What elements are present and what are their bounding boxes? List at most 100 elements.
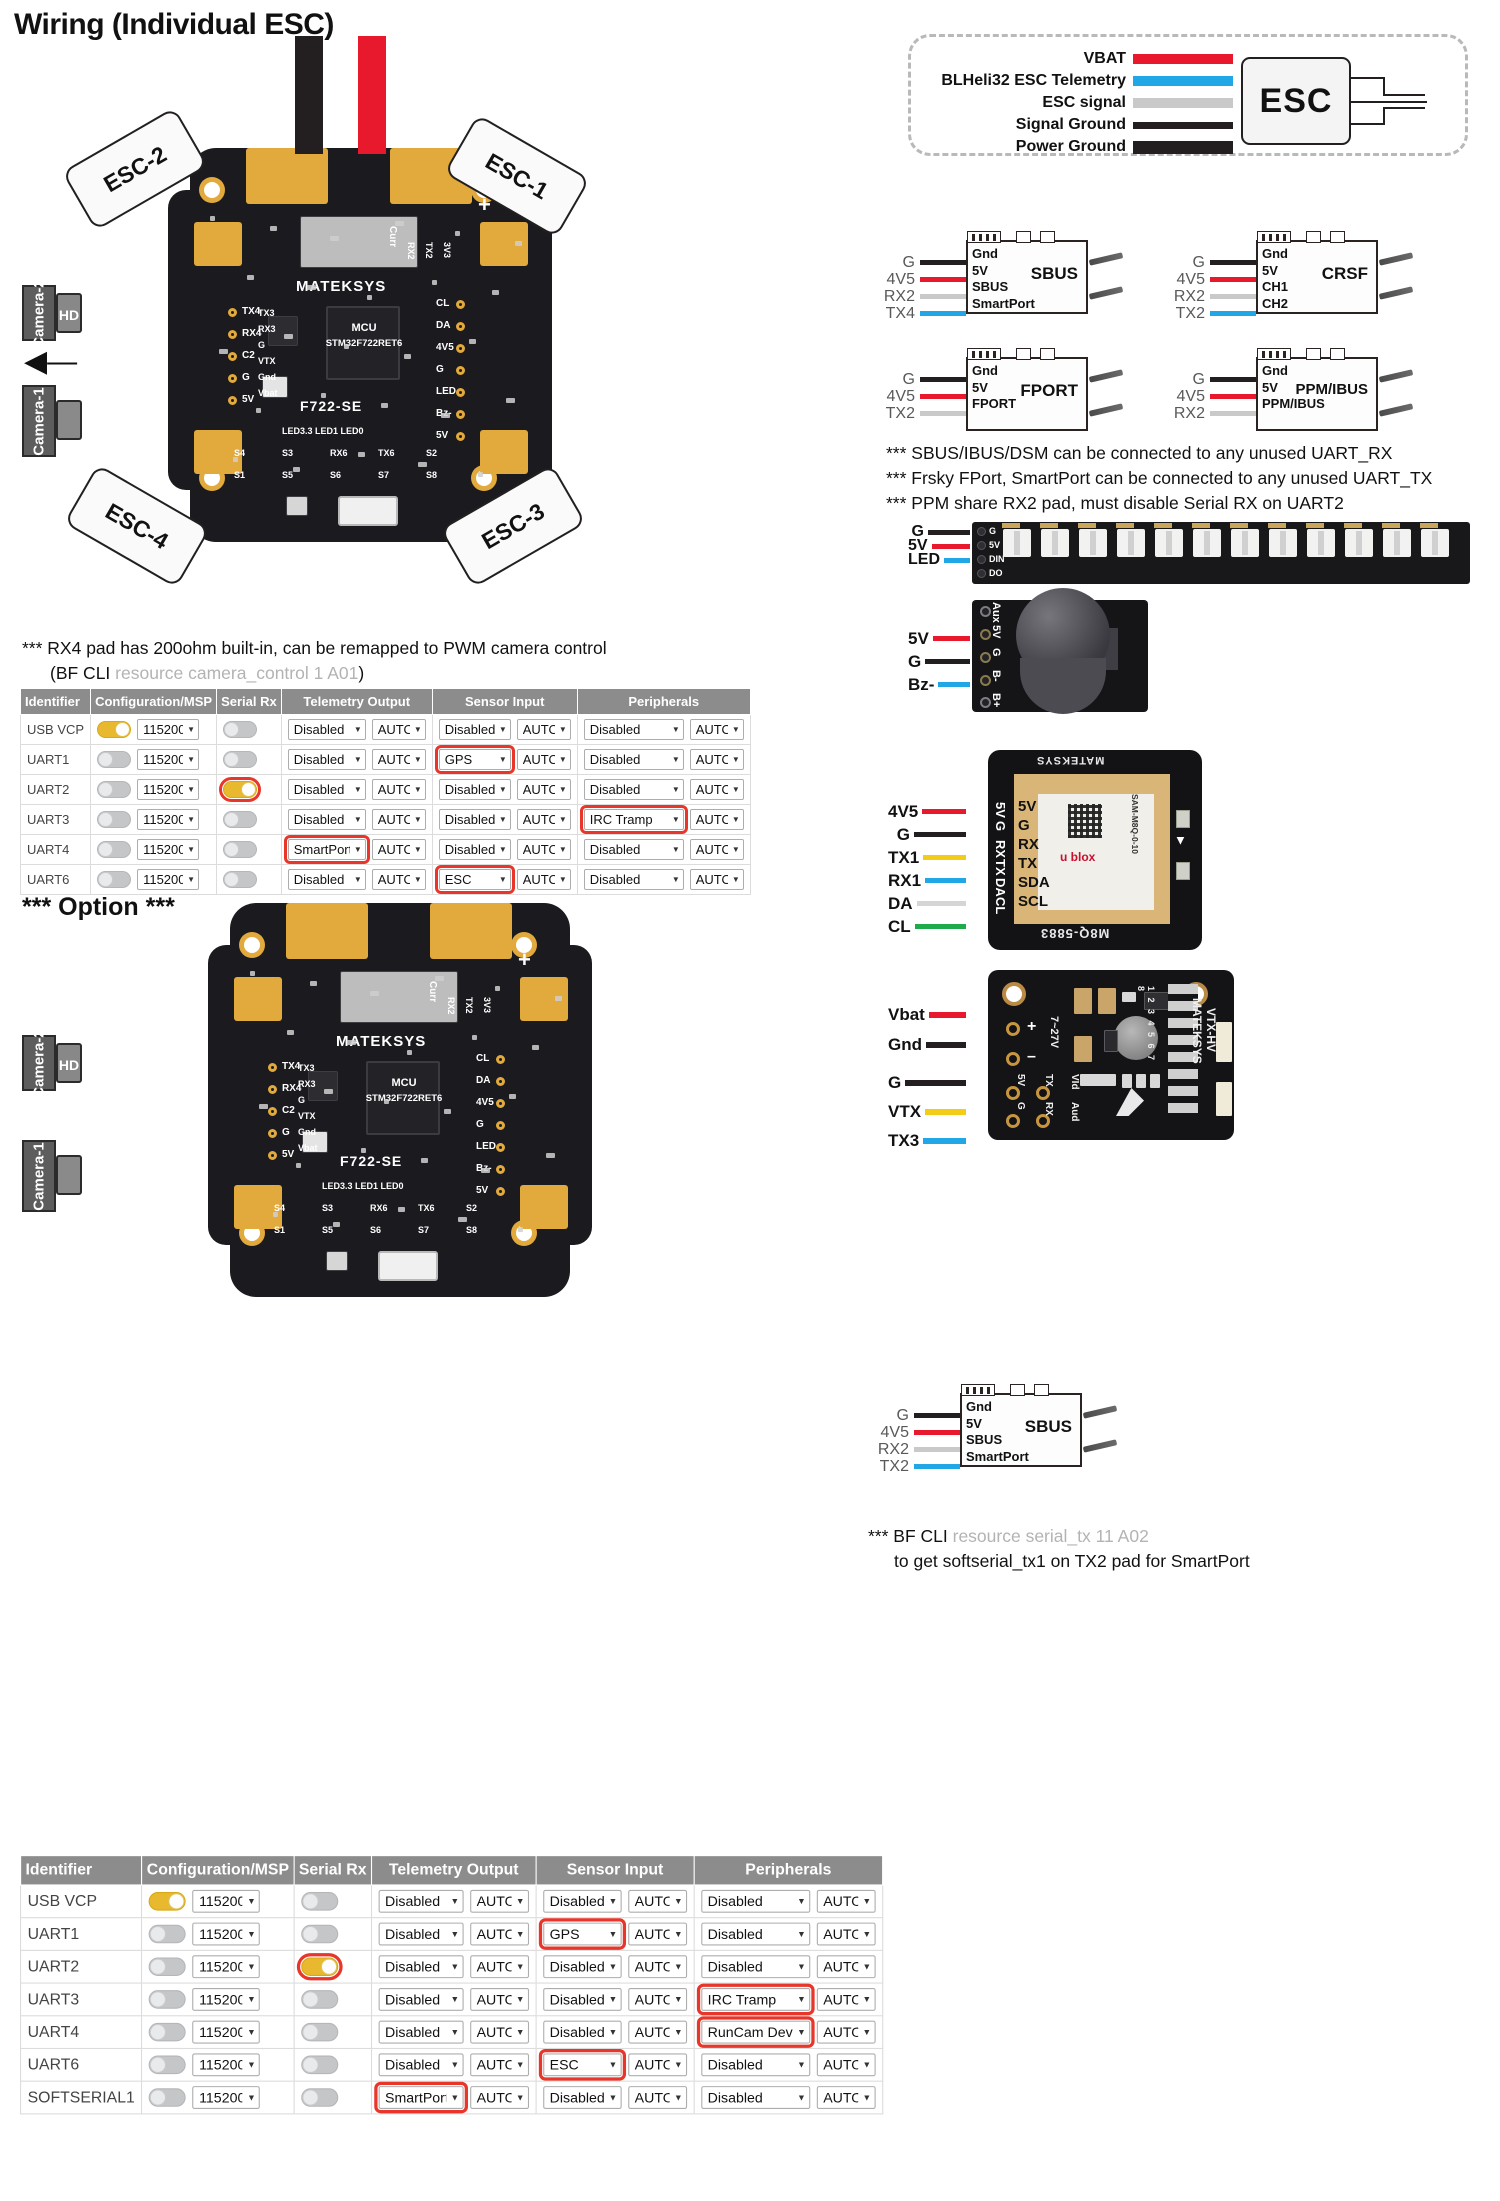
telemetry-output-select[interactable]: Disabled ▼ xyxy=(378,1987,464,2011)
serial-rx-toggle[interactable] xyxy=(223,721,258,738)
peripherals-rate-select[interactable]: AUTO▼ xyxy=(816,2086,876,2109)
telemetry-output-select[interactable]: Disabled ▼ xyxy=(287,749,366,770)
msp-toggle[interactable] xyxy=(97,871,132,888)
telemetry-output-rate-select[interactable]: AUTO▼ xyxy=(371,809,426,830)
sensor-input-select[interactable]: GPS ▼ xyxy=(434,745,515,774)
telemetry-output-rate-select[interactable]: AUTO▼ xyxy=(470,1889,529,1913)
serial-rx-toggle[interactable] xyxy=(223,811,258,828)
peripherals-rate-select[interactable]: AUTO▼ xyxy=(689,809,744,830)
telemetry-output-select[interactable]: Disabled ▼ xyxy=(378,1889,464,1913)
msp-toggle[interactable] xyxy=(148,2088,187,2107)
baud-rate-select[interactable]: 115200 ▼ xyxy=(192,1922,261,1946)
msp-toggle[interactable] xyxy=(97,811,132,828)
serial-rx-toggle[interactable] xyxy=(301,2088,339,2107)
baud-rate-select[interactable]: 115200 ▼ xyxy=(137,809,200,830)
serial-rx-toggle[interactable] xyxy=(301,2022,339,2042)
baud-rate-select[interactable]: 115200 ▼ xyxy=(192,1955,261,1979)
telemetry-output-rate-select[interactable]: AUTO▼ xyxy=(470,2020,529,2044)
peripherals-select[interactable]: Disabled ▼ xyxy=(701,2053,811,2077)
peripherals-rate-select[interactable]: AUTO▼ xyxy=(689,749,744,770)
sensor-input-rate-select[interactable]: AUTO▼ xyxy=(628,1922,687,1946)
msp-toggle[interactable] xyxy=(148,2022,187,2042)
sensor-input-select[interactable]: Disabled ▼ xyxy=(543,1889,622,1913)
peripherals-select[interactable]: Disabled ▼ xyxy=(583,779,684,800)
peripherals-rate-select[interactable]: AUTO▼ xyxy=(689,839,744,860)
sensor-input-rate-select[interactable]: AUTO▼ xyxy=(516,749,571,770)
msp-toggle[interactable] xyxy=(148,1892,187,1911)
sensor-input-rate-select[interactable]: AUTO▼ xyxy=(628,2053,687,2077)
baud-rate-select[interactable]: 115200 ▼ xyxy=(137,719,200,740)
sensor-input-rate-select[interactable]: AUTO▼ xyxy=(516,839,571,860)
telemetry-output-select[interactable]: Disabled ▼ xyxy=(378,2053,464,2077)
peripherals-select[interactable]: IRC Tramp ▼ xyxy=(579,805,688,834)
ports-table-bottom[interactable]: Identifier Configuration/MSP Serial Rx Tele… xyxy=(19,1855,884,2115)
sensor-input-rate-select[interactable]: AUTO▼ xyxy=(628,1987,687,2011)
peripherals-rate-select[interactable]: AUTO▼ xyxy=(816,1922,876,1946)
sensor-input-select[interactable]: ESC ▼ xyxy=(538,2049,626,2081)
telemetry-output-rate-select[interactable]: AUTO▼ xyxy=(470,2086,529,2109)
peripherals-select[interactable]: Disabled ▼ xyxy=(701,2086,811,2109)
sensor-input-select[interactable]: GPS ▼ xyxy=(538,1918,626,1950)
telemetry-output-rate-select[interactable]: AUTO▼ xyxy=(371,779,426,800)
serial-rx-toggle[interactable] xyxy=(219,777,262,802)
serial-rx-toggle[interactable] xyxy=(301,2055,339,2075)
peripherals-rate-select[interactable]: AUTO▼ xyxy=(816,1955,876,1979)
baud-rate-select[interactable]: 115200 ▼ xyxy=(137,779,200,800)
baud-rate-select[interactable]: 115200 ▼ xyxy=(192,2086,261,2109)
telemetry-output-rate-select[interactable]: AUTO▼ xyxy=(371,719,426,740)
sensor-input-rate-select[interactable]: AUTO▼ xyxy=(516,809,571,830)
peripherals-rate-select[interactable]: AUTO▼ xyxy=(816,1889,876,1913)
peripherals-rate-select[interactable]: AUTO▼ xyxy=(816,2020,876,2044)
peripherals-select[interactable]: Disabled ▼ xyxy=(583,719,684,740)
baud-rate-select[interactable]: 115200 ▼ xyxy=(192,2053,261,2077)
peripherals-rate-select[interactable]: AUTO▼ xyxy=(689,719,744,740)
msp-toggle[interactable] xyxy=(97,781,132,798)
peripherals-select[interactable]: Disabled ▼ xyxy=(583,839,684,860)
peripherals-select[interactable]: IRC Tramp ▼ xyxy=(696,1983,815,2016)
telemetry-output-select[interactable]: SmartPort ▼ xyxy=(374,2081,468,2114)
telemetry-output-select[interactable]: Disabled ▼ xyxy=(287,779,366,800)
msp-toggle[interactable] xyxy=(148,1990,187,2009)
serial-rx-toggle[interactable] xyxy=(296,1953,343,1981)
telemetry-output-select[interactable]: Disabled ▼ xyxy=(287,809,366,830)
telemetry-output-rate-select[interactable]: AUTO▼ xyxy=(470,1955,529,1979)
baud-rate-select[interactable]: 115200 ▼ xyxy=(192,1987,261,2011)
telemetry-output-rate-select[interactable]: AUTO▼ xyxy=(371,839,426,860)
ports-table-top[interactable]: Identifier Configuration/MSP Serial Rx Tele… xyxy=(19,688,751,895)
msp-toggle[interactable] xyxy=(97,721,132,738)
baud-rate-select[interactable]: 115200 ▼ xyxy=(137,839,200,860)
peripherals-select[interactable]: Disabled ▼ xyxy=(583,749,684,770)
sensor-input-rate-select[interactable]: AUTO▼ xyxy=(516,719,571,740)
sensor-input-select[interactable]: Disabled ▼ xyxy=(438,719,511,740)
telemetry-output-select[interactable]: Disabled ▼ xyxy=(378,1922,464,1946)
peripherals-select[interactable]: RunCam Device▼ xyxy=(696,2016,815,2048)
peripherals-rate-select[interactable]: AUTO▼ xyxy=(689,869,744,890)
peripherals-select[interactable]: Disabled ▼ xyxy=(701,1922,811,1946)
telemetry-output-rate-select[interactable]: AUTO▼ xyxy=(470,2053,529,2077)
sensor-input-rate-select[interactable]: AUTO▼ xyxy=(628,2020,687,2044)
peripherals-rate-select[interactable]: AUTO▼ xyxy=(816,2053,876,2077)
telemetry-output-select[interactable]: Disabled ▼ xyxy=(378,1955,464,1979)
serial-rx-toggle[interactable] xyxy=(301,1892,339,1911)
sensor-input-select[interactable]: Disabled ▼ xyxy=(438,809,511,830)
telemetry-output-select[interactable]: Disabled ▼ xyxy=(378,2020,464,2044)
sensor-input-select[interactable]: Disabled ▼ xyxy=(438,779,511,800)
sensor-input-select[interactable]: Disabled ▼ xyxy=(543,2086,622,2109)
sensor-input-rate-select[interactable]: AUTO▼ xyxy=(628,1889,687,1913)
telemetry-output-rate-select[interactable]: AUTO▼ xyxy=(470,1987,529,2011)
serial-rx-toggle[interactable] xyxy=(301,1990,339,2009)
sensor-input-rate-select[interactable]: AUTO▼ xyxy=(628,1955,687,1979)
sensor-input-select[interactable]: Disabled ▼ xyxy=(543,1955,622,1979)
sensor-input-select[interactable]: Disabled ▼ xyxy=(543,2020,622,2044)
sensor-input-select[interactable]: Disabled ▼ xyxy=(543,1987,622,2011)
telemetry-output-rate-select[interactable]: AUTO▼ xyxy=(470,1922,529,1946)
serial-rx-toggle[interactable] xyxy=(223,751,258,768)
telemetry-output-select[interactable]: Disabled ▼ xyxy=(287,719,366,740)
baud-rate-select[interactable]: 115200 ▼ xyxy=(192,2020,261,2044)
peripherals-rate-select[interactable]: AUTO▼ xyxy=(689,779,744,800)
msp-toggle[interactable] xyxy=(148,1957,187,1976)
baud-rate-select[interactable]: 115200 ▼ xyxy=(137,749,200,770)
peripherals-rate-select[interactable]: AUTO▼ xyxy=(816,1987,876,2011)
telemetry-output-select[interactable]: SmartPort ▼ xyxy=(283,835,370,864)
msp-toggle[interactable] xyxy=(97,841,132,858)
